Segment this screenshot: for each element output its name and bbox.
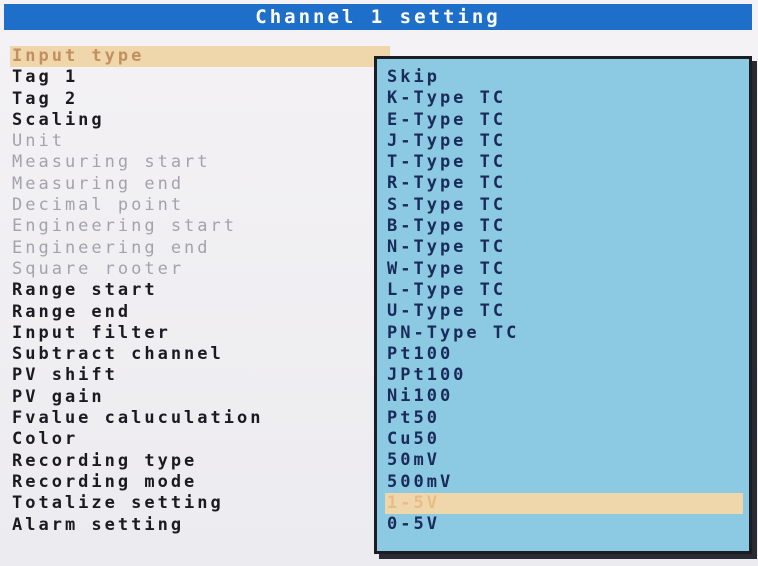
settings-screen: Channel 1 setting Input type Tag 1 Tag 2 Sc… <box>0 0 758 566</box>
title-bar: Channel 1 setting <box>4 4 752 30</box>
menu-item-range-end[interactable]: Range end <box>10 302 390 323</box>
menu-item-tag-2[interactable]: Tag 2 <box>10 89 390 110</box>
dropdown-option-skip[interactable]: Skip <box>385 67 743 88</box>
dropdown-option-b-type-tc[interactable]: B-Type TC <box>385 216 743 237</box>
dropdown-option-t-type-tc[interactable]: T-Type TC <box>385 152 743 173</box>
menu-item-unit: Unit <box>12 131 65 152</box>
dropdown-option-list: Skip K-Type TC E-Type TC J-Type TC T-Type TC… <box>385 67 743 536</box>
dropdown-option-1-5v[interactable]: 1-5V <box>385 492 743 515</box>
menu-item-pv-gain[interactable]: PV gain <box>10 387 390 408</box>
menu-item-range-start[interactable]: Range start <box>10 280 390 301</box>
menu-item-measuring-end: Measuring end <box>12 173 185 194</box>
dropdown-option-pn-type-tc[interactable]: PN-Type TC <box>385 323 743 344</box>
dropdown-option-500mv[interactable]: 500mV <box>385 472 743 493</box>
menu-item-color[interactable]: Color <box>10 429 390 450</box>
window-title: Channel 1 setting <box>255 6 501 28</box>
menu-item-engineering-end: Engineering end <box>12 237 211 258</box>
dropdown-option-r-type-tc[interactable]: R-Type TC <box>385 173 743 194</box>
dropdown-option-pt100[interactable]: Pt100 <box>385 344 743 365</box>
dropdown-option-n-type-tc[interactable]: N-Type TC <box>385 237 743 258</box>
dropdown-option-jpt100[interactable]: JPt100 <box>385 365 743 386</box>
dropdown-option-l-type-tc[interactable]: L-Type TC <box>385 280 743 301</box>
menu-item-decimal-point: Decimal point <box>12 195 185 216</box>
menu-item-alarm-setting[interactable]: Alarm setting <box>10 515 390 536</box>
menu-item-tag-1[interactable]: Tag 1 <box>10 67 390 88</box>
dropdown-option-w-type-tc[interactable]: W-Type TC <box>385 259 743 280</box>
menu-item-measuring-start: Measuring start <box>12 152 211 173</box>
menu-item-square-rooter: Square rooter <box>12 258 185 279</box>
menu-item-input-filter[interactable]: Input filter <box>10 323 390 344</box>
menu-item-recording-type[interactable]: Recording type <box>10 451 390 472</box>
menu-item-scaling[interactable]: Scaling <box>10 110 390 131</box>
dropdown-option-s-type-tc[interactable]: S-Type TC <box>385 195 743 216</box>
dropdown-option-ni100[interactable]: Ni100 <box>385 386 743 407</box>
dropdown-option-e-type-tc[interactable]: E-Type TC <box>385 110 743 131</box>
dropdown-option-j-type-tc[interactable]: J-Type TC <box>385 131 743 152</box>
dropdown-option-50mv[interactable]: 50mV <box>385 450 743 471</box>
dropdown-option-u-type-tc[interactable]: U-Type TC <box>385 301 743 322</box>
settings-menu: Input type Tag 1 Tag 2 Scaling Unit Measuring… <box>10 46 390 536</box>
dropdown-option-pt50[interactable]: Pt50 <box>385 408 743 429</box>
menu-item-subtract-channel[interactable]: Subtract channel <box>10 344 390 365</box>
menu-item-engineering-start: Engineering start <box>12 216 237 237</box>
menu-item-fvalue-caluculation[interactable]: Fvalue caluculation <box>10 408 390 429</box>
input-type-dropdown[interactable]: Skip K-Type TC E-Type TC J-Type TC T-Type TC… <box>374 56 752 554</box>
dropdown-option-0-5v[interactable]: 0-5V <box>385 514 743 535</box>
menu-item-input-type[interactable]: Input type <box>10 46 390 68</box>
menu-item-totalize-setting[interactable]: Totalize setting <box>10 493 390 514</box>
dropdown-option-cu50[interactable]: Cu50 <box>385 429 743 450</box>
menu-item-recording-mode[interactable]: Recording mode <box>10 472 390 493</box>
menu-item-pv-shift[interactable]: PV shift <box>10 365 390 386</box>
dropdown-option-k-type-tc[interactable]: K-Type TC <box>385 88 743 109</box>
